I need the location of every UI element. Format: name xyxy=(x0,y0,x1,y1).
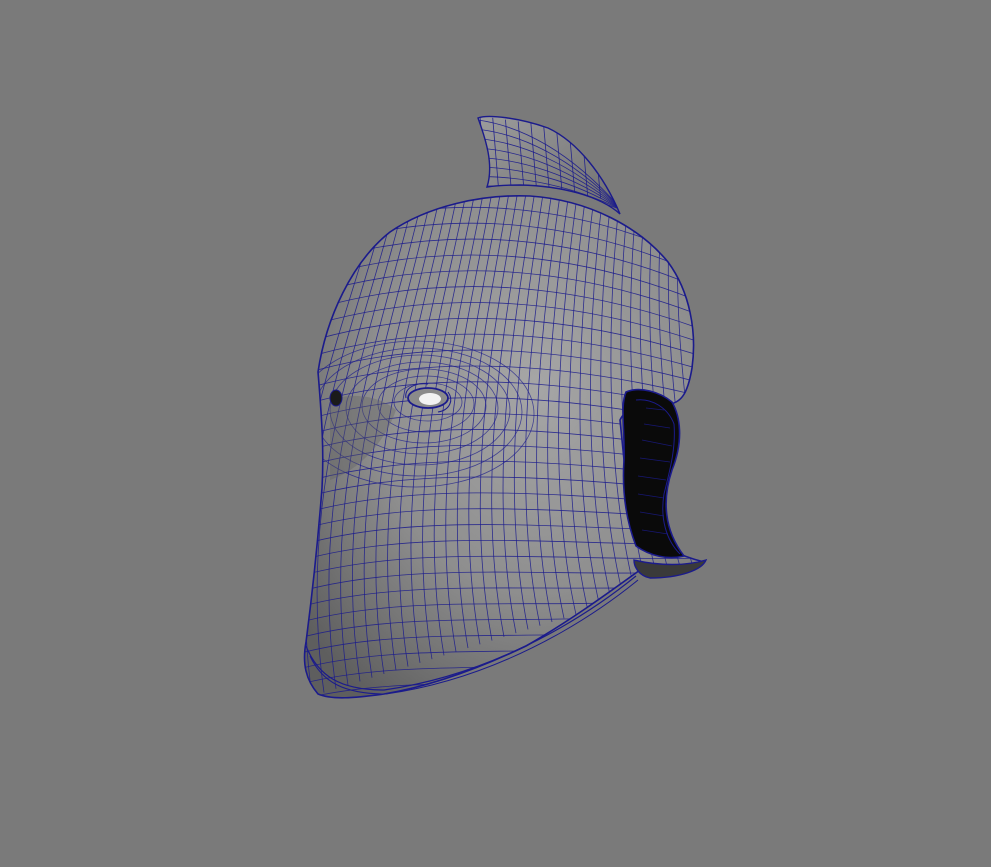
eye-hole xyxy=(419,393,441,405)
side-eye-socket xyxy=(329,389,343,407)
viewport-canvas[interactable] xyxy=(0,0,991,867)
maya-3d-viewport[interactable] xyxy=(0,0,991,867)
